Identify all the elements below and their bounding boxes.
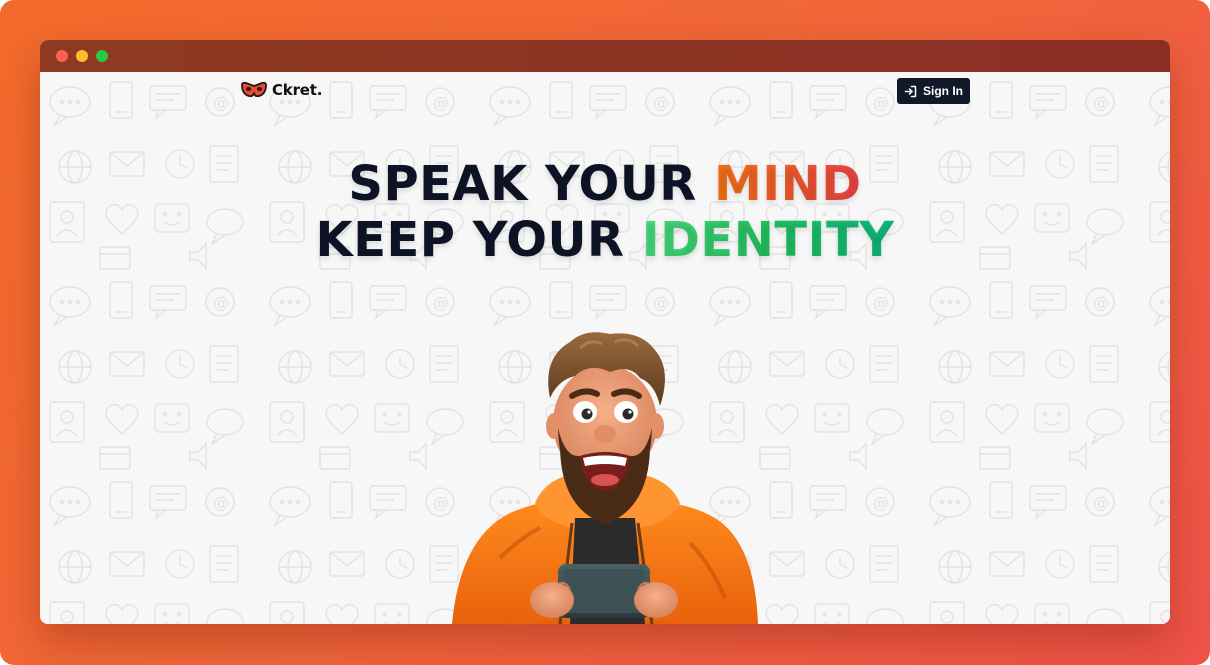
mask-icon xyxy=(240,81,268,99)
headline-line-2-text: KEEP YOUR xyxy=(315,212,642,268)
minimize-window-button[interactable] xyxy=(76,50,88,62)
brand-name: Ckret. xyxy=(272,81,323,99)
close-window-button[interactable] xyxy=(56,50,68,62)
brand-logo[interactable]: Ckret. xyxy=(240,81,322,99)
sign-in-button[interactable]: Sign In xyxy=(897,78,970,104)
sign-in-label: Sign In xyxy=(923,84,963,98)
headline-accent-mind: MIND xyxy=(713,156,862,212)
headline-accent-identity: IDENTITY xyxy=(641,212,895,268)
headline-line-2: KEEP YOUR IDENTITY xyxy=(40,212,1170,268)
sign-in-icon xyxy=(904,85,917,98)
maximize-window-button[interactable] xyxy=(96,50,108,62)
landing-page: @ xyxy=(40,72,1170,624)
hero-illustration-man-with-phone xyxy=(452,332,758,624)
headline-line-1-text: SPEAK YOUR xyxy=(348,156,714,212)
browser-window: @ xyxy=(40,40,1170,624)
hero-headline: SPEAK YOUR MIND KEEP YOUR IDENTITY xyxy=(40,156,1170,268)
headline-line-1: SPEAK YOUR MIND xyxy=(40,156,1170,212)
window-titlebar xyxy=(40,40,1170,72)
